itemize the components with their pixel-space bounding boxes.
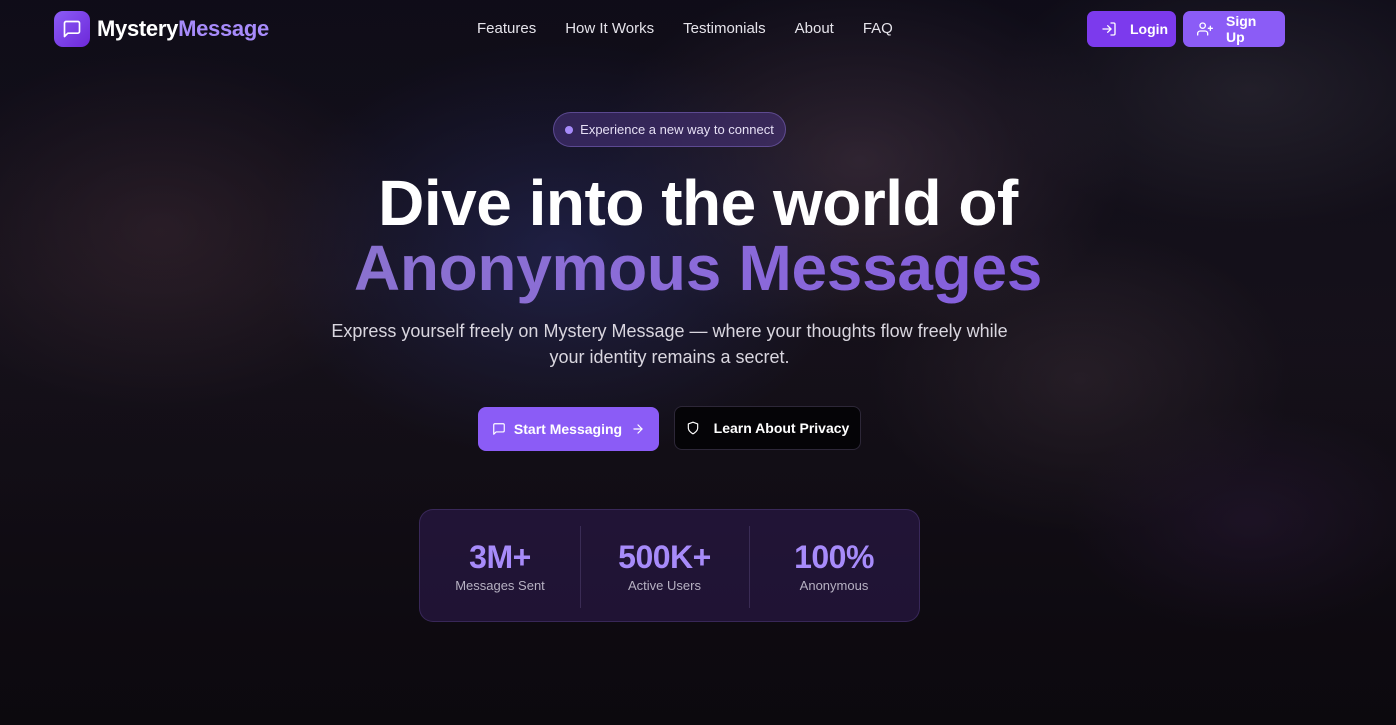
stat-value: 3M+ (469, 539, 531, 575)
nav-link-testimonials[interactable]: Testimonials (683, 20, 766, 37)
stat-label: Active Users (628, 578, 701, 593)
stat-label: Anonymous (799, 578, 869, 593)
start-messaging-button[interactable]: Start Messaging (478, 407, 659, 451)
login-button[interactable]: Login (1087, 11, 1176, 47)
stat-anonymous: 100% Anonymous (749, 510, 919, 621)
nav-link-faq[interactable]: FAQ (863, 20, 893, 37)
stat-messages-sent: 3M+ Messages Sent (420, 510, 580, 621)
message-square-icon (492, 422, 506, 436)
pill-dot-icon (565, 125, 574, 134)
signup-button[interactable]: Sign Up (1183, 11, 1285, 47)
nav-link-how-it-works[interactable]: How It Works (565, 20, 654, 37)
learn-about-privacy-button[interactable]: Learn About Privacy (674, 406, 861, 450)
hero-title-line1: Dive into the world of (378, 167, 1018, 239)
nav-link-about[interactable]: About (795, 20, 834, 37)
signup-label: Sign Up (1226, 13, 1257, 45)
shield-icon (686, 421, 700, 435)
brand-logo[interactable]: MysteryMessage (54, 11, 269, 47)
arrow-right-icon (631, 422, 645, 436)
start-messaging-label: Start Messaging (513, 421, 623, 437)
stat-value: 500K+ (618, 539, 711, 575)
hero-title-line2: Anonymous Messages (0, 231, 1396, 305)
pill-text: Experience a new way to connect (580, 122, 774, 137)
nav-link-features[interactable]: Features (477, 20, 536, 37)
stat-value: 100% (794, 539, 874, 575)
message-square-icon (54, 11, 90, 47)
brand-name-part2: Message (178, 16, 269, 41)
brand-name-part1: Mystery (97, 16, 179, 41)
hero-subtitle: Express yourself freely on Mystery Messa… (331, 321, 1008, 367)
nav-actions: Login Sign Up (1087, 11, 1285, 47)
navbar: MysteryMessage Features How It Works Tes… (0, 0, 1396, 58)
nav-links: Features How It Works Testimonials About… (477, 20, 922, 37)
stat-label: Messages Sent (455, 578, 545, 593)
log-in-icon (1101, 21, 1117, 37)
user-plus-icon (1197, 21, 1213, 37)
hero-pill-badge: Experience a new way to connect (553, 112, 786, 147)
login-label: Login (1130, 21, 1169, 37)
learn-about-privacy-label: Learn About Privacy (713, 420, 850, 436)
brand-name: MysteryMessage (97, 16, 269, 42)
stats-panel: 3M+ Messages Sent 500K+ Active Users 100… (419, 509, 920, 622)
stat-active-users: 500K+ Active Users (580, 510, 749, 621)
